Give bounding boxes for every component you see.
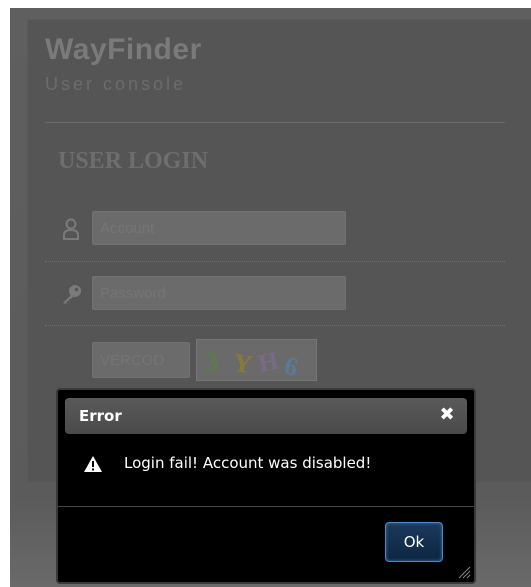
password-input[interactable] — [92, 276, 346, 310]
close-icon[interactable]: ✖ — [437, 405, 457, 425]
dialog-title: Error — [79, 407, 122, 425]
captcha-char: 6 — [281, 351, 301, 380]
warning-icon — [84, 456, 102, 472]
user-icon — [63, 218, 79, 240]
login-heading: USER LOGIN — [58, 148, 209, 174]
captcha-char: 3 — [203, 346, 220, 378]
captcha-char: Y — [231, 348, 255, 380]
captcha-image[interactable]: 3 Y H 6 — [196, 339, 317, 382]
dialog-header[interactable]: Error ✖ — [65, 398, 467, 434]
field-separator — [45, 261, 505, 262]
header-divider — [45, 122, 505, 123]
captcha-char: H — [256, 347, 281, 378]
dialog-footer-divider — [58, 506, 474, 507]
account-input[interactable] — [92, 211, 346, 245]
error-message: Login fail! Account was disabled! — [124, 454, 372, 472]
key-icon — [63, 285, 81, 304]
vercode-input[interactable] — [92, 342, 190, 378]
resize-grip-icon[interactable] — [457, 565, 471, 579]
error-dialog: Error ✖ Login fail! Account was disabled… — [56, 388, 476, 584]
ok-button[interactable]: Ok — [385, 522, 443, 562]
field-separator — [45, 325, 505, 326]
brand-subtitle: User console — [45, 74, 187, 94]
brand-title: WayFinder — [45, 33, 202, 66]
